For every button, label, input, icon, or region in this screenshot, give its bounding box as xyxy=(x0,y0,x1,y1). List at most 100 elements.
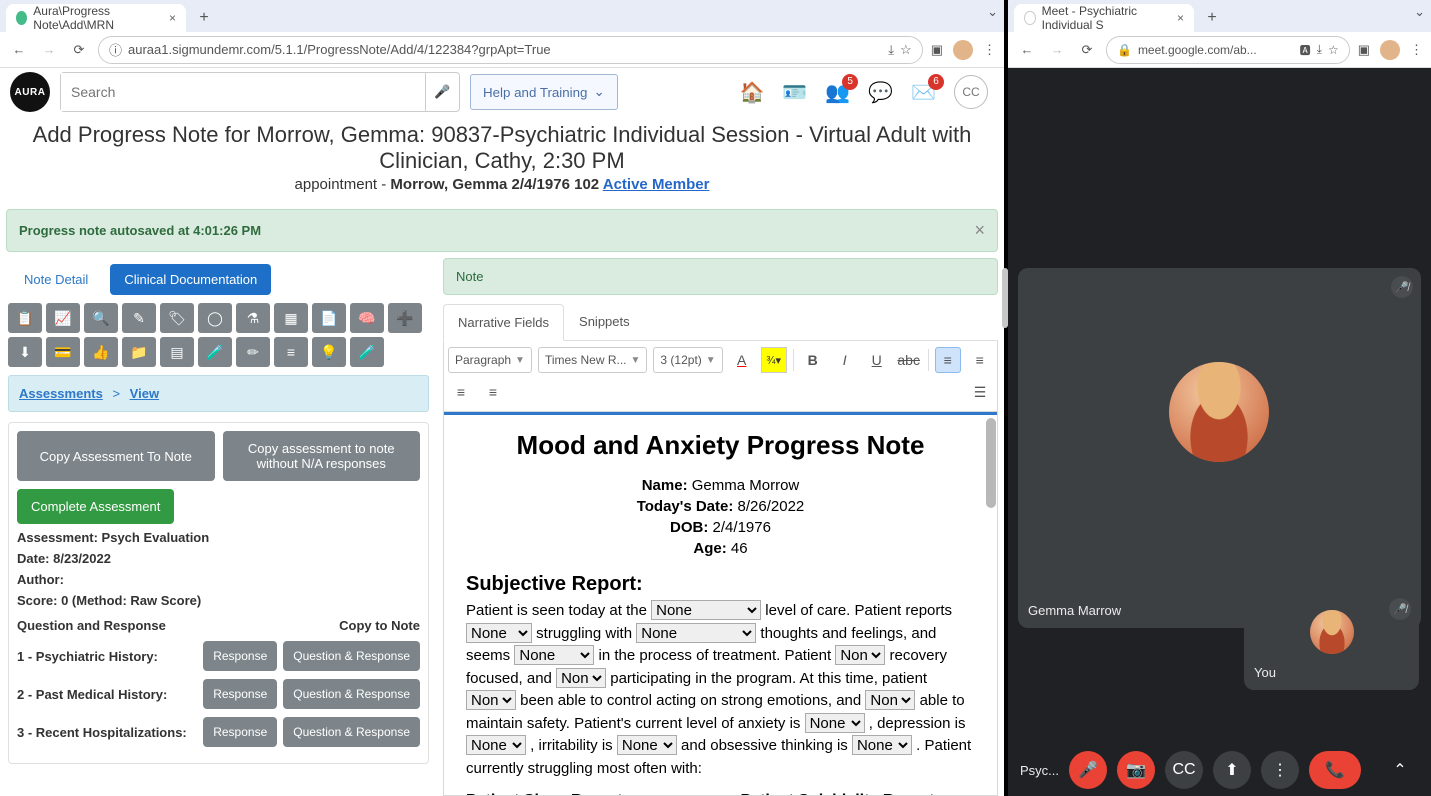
level-of-care-select[interactable]: None xyxy=(651,600,761,620)
scrollbar-thumb[interactable] xyxy=(986,418,996,508)
tool-grid-icon[interactable]: ▦ xyxy=(274,303,308,333)
mic-icon[interactable]: 🎤 xyxy=(425,73,459,111)
obsessive-select[interactable]: None xyxy=(852,735,912,755)
tool-vitals-icon[interactable]: 📈 xyxy=(46,303,80,333)
reload-icon[interactable]: ⟳ xyxy=(68,39,90,61)
tool-list-icon[interactable]: ▤ xyxy=(160,337,194,367)
align-center-icon[interactable]: ≡ xyxy=(967,347,993,373)
install-app-icon[interactable]: ⤓ xyxy=(1317,42,1322,57)
tool-pen-icon[interactable]: ✏ xyxy=(236,337,270,367)
translate-icon[interactable]: 🅰 xyxy=(1300,42,1311,58)
response-button[interactable]: Response xyxy=(203,641,277,671)
close-tab-icon[interactable]: × xyxy=(1177,11,1184,25)
rte-size-select[interactable]: 3 (12pt)▼ xyxy=(653,347,722,373)
struggling-select[interactable]: None xyxy=(636,623,756,643)
user-initials-button[interactable]: CC xyxy=(954,75,988,109)
underline-icon[interactable]: U xyxy=(864,347,890,373)
subtab-narrative[interactable]: Narrative Fields xyxy=(443,304,564,341)
mic-toggle-button[interactable]: 🎤 xyxy=(1069,751,1107,789)
response-button[interactable]: Response xyxy=(203,717,277,747)
url-input[interactable]: ⓘ auraa1.sigmundemr.com/5.1.1/ProgressNo… xyxy=(98,36,923,64)
extensions-icon[interactable]: ▣ xyxy=(1358,42,1370,58)
complete-assessment-button[interactable]: Complete Assessment xyxy=(17,489,174,524)
tab-note-detail[interactable]: Note Detail xyxy=(10,264,102,295)
align-right-icon[interactable]: ≡ xyxy=(448,379,474,405)
tool-card-icon[interactable]: 💳 xyxy=(46,337,80,367)
tool-doc-icon[interactable]: 📄 xyxy=(312,303,346,333)
extensions-icon[interactable]: ▣ xyxy=(931,42,943,58)
tool-flask-icon[interactable]: ⚗ xyxy=(236,303,270,333)
rte-paragraph-select[interactable]: Paragraph▼ xyxy=(448,347,532,373)
tab-clinical-documentation[interactable]: Clinical Documentation xyxy=(110,264,271,295)
tool-beaker-icon[interactable]: 🧪 xyxy=(198,337,232,367)
forward-icon[interactable]: → xyxy=(38,39,60,61)
expand-panel-icon[interactable]: ⌃ xyxy=(1381,751,1419,789)
patient-reports-select[interactable]: None xyxy=(466,623,532,643)
hangup-button[interactable]: 📞 xyxy=(1309,751,1361,789)
install-app-icon[interactable]: ⤓ xyxy=(888,42,894,58)
emotions-select[interactable]: None xyxy=(865,690,915,710)
question-response-button[interactable]: Question & Response xyxy=(283,679,420,709)
tool-download-icon[interactable]: ⬇ xyxy=(8,337,42,367)
browser-tab[interactable]: Meet - Psychiatric Individual S × xyxy=(1014,4,1194,32)
tool-circle-icon[interactable]: ◯ xyxy=(198,303,232,333)
subtab-snippets[interactable]: Snippets xyxy=(564,303,645,340)
tool-tag-icon[interactable]: 🏷 xyxy=(160,303,194,333)
align-justify-icon[interactable]: ≡ xyxy=(480,379,506,405)
editor-content[interactable]: Mood and Anxiety Progress Note Name: Gem… xyxy=(443,412,998,796)
url-input[interactable]: 🔒 meet.google.com/ab... 🅰 ⤓ ☆ xyxy=(1106,36,1350,64)
close-tab-icon[interactable]: × xyxy=(169,11,176,25)
browser-menu-icon[interactable]: ⋮ xyxy=(1410,42,1423,58)
id-card-icon[interactable]: 🪪 xyxy=(782,80,807,105)
tool-tube-icon[interactable]: 🧪 xyxy=(350,337,384,367)
question-response-button[interactable]: Question & Response xyxy=(283,717,420,747)
recovery-select[interactable]: None xyxy=(835,645,885,665)
rte-menu-icon[interactable]: ☰ xyxy=(967,379,993,405)
profile-avatar-icon[interactable] xyxy=(953,40,973,60)
help-training-button[interactable]: Help and Training ⌄ xyxy=(470,74,618,110)
captions-button[interactable]: CC xyxy=(1165,751,1203,789)
bold-icon[interactable]: B xyxy=(800,347,826,373)
bookmark-icon[interactable]: ☆ xyxy=(1328,43,1339,57)
seems-select[interactable]: None xyxy=(514,645,594,665)
lock-icon[interactable]: 🔒 xyxy=(1117,43,1132,57)
copy-without-na-button[interactable]: Copy assessment to note without N/A resp… xyxy=(223,431,421,481)
dismiss-banner-icon[interactable]: × xyxy=(974,220,985,241)
breadcrumb-view[interactable]: View xyxy=(130,386,159,401)
more-options-button[interactable]: ⋮ xyxy=(1261,751,1299,789)
reload-icon[interactable]: ⟳ xyxy=(1076,39,1098,61)
tool-lines-icon[interactable]: ≡ xyxy=(274,337,308,367)
text-color-icon[interactable]: A xyxy=(729,347,755,373)
self-video-tile[interactable]: 🎤̸ You xyxy=(1244,590,1419,690)
browser-menu-icon[interactable]: ⋮ xyxy=(983,42,996,58)
italic-icon[interactable]: I xyxy=(832,347,858,373)
tool-search-icon[interactable]: 🔍 xyxy=(84,303,118,333)
profile-avatar-icon[interactable] xyxy=(1380,40,1400,60)
patient-status-link[interactable]: Active Member xyxy=(603,176,710,193)
align-left-icon[interactable]: ≡ xyxy=(935,347,961,373)
back-icon[interactable]: ← xyxy=(8,39,30,61)
tool-lamp-icon[interactable]: 💡 xyxy=(312,337,346,367)
breadcrumb-assessments[interactable]: Assessments xyxy=(19,386,103,401)
time-patient-select[interactable]: None xyxy=(466,690,516,710)
tool-folder-icon[interactable]: 📁 xyxy=(122,337,156,367)
new-tab-button[interactable]: + xyxy=(190,4,218,32)
camera-toggle-button[interactable]: 📷 xyxy=(1117,751,1155,789)
search-input[interactable] xyxy=(61,73,425,111)
people-icon[interactable]: 👥5 xyxy=(825,80,850,105)
tab-overflow-icon[interactable]: ⌄ xyxy=(1414,4,1425,20)
tool-add-icon[interactable]: ➕ xyxy=(388,303,422,333)
note-tab[interactable]: Note xyxy=(443,258,998,295)
highlight-icon[interactable]: ¾▾ xyxy=(761,347,787,373)
chat-icon[interactable]: 💬 xyxy=(868,80,893,105)
mail-icon[interactable]: ✉️6 xyxy=(911,80,936,105)
depression-select[interactable]: None xyxy=(466,735,526,755)
irritability-select[interactable]: None xyxy=(617,735,677,755)
strikethrough-icon[interactable]: abc xyxy=(896,347,922,373)
forward-icon[interactable]: → xyxy=(1046,39,1068,61)
site-info-icon[interactable]: ⓘ xyxy=(109,40,122,59)
tool-thumb-icon[interactable]: 👍 xyxy=(84,337,118,367)
question-response-button[interactable]: Question & Response xyxy=(283,641,420,671)
response-button[interactable]: Response xyxy=(203,679,277,709)
tab-overflow-icon[interactable]: ⌄ xyxy=(987,4,998,20)
